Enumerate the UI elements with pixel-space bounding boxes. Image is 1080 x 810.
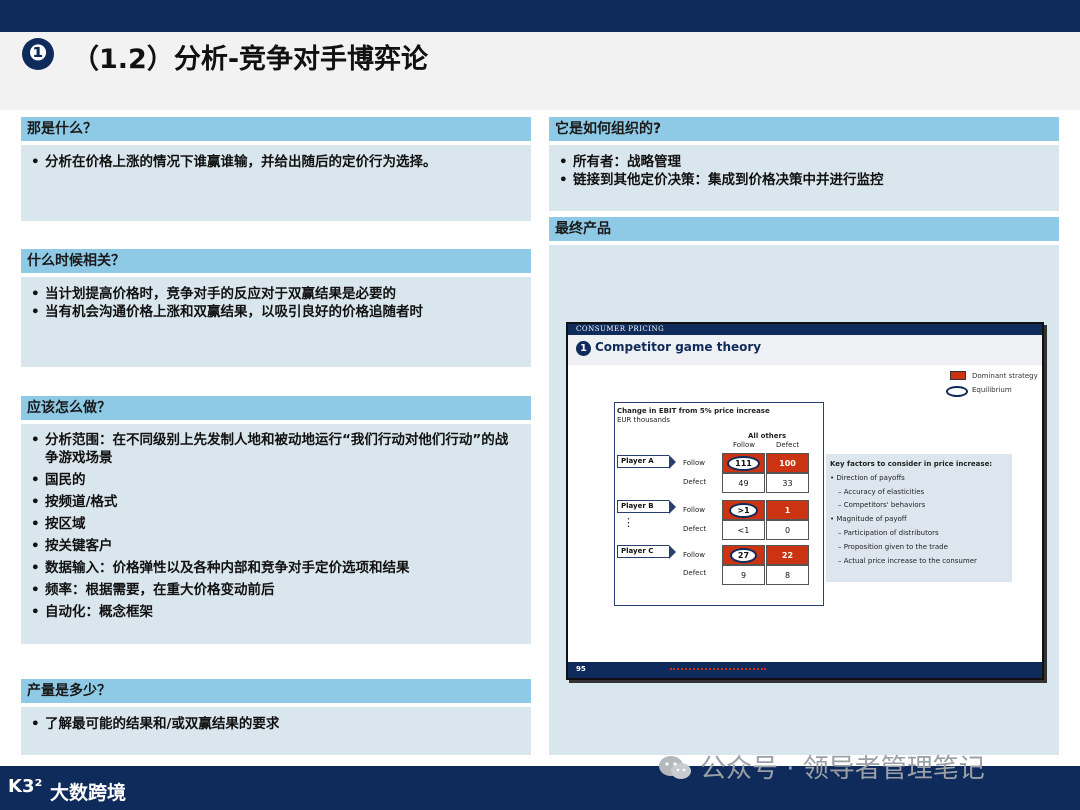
- player-b-label: Player B: [617, 500, 676, 514]
- list-item: 自动化：概念框架: [27, 603, 521, 621]
- equilibrium-ellipse-icon: [946, 386, 968, 397]
- factor-line: – Actual price increase to the consumer: [838, 557, 977, 565]
- slide-number-badge: 1: [576, 341, 591, 356]
- list-item: 链接到其他定价决策：集成到价格决策中并进行监控: [555, 171, 1049, 189]
- list-item: 按区域: [27, 515, 521, 533]
- list-item: 分析范围：在不同级别上先发制人地和被动地运行“我们行动对他们行动”的战争游戏场景: [27, 431, 521, 467]
- section-output-list: 了解最可能的结果和/或双赢结果的要求: [21, 707, 531, 733]
- row-defect-label: Defect: [683, 525, 707, 533]
- key-factors-title: Key factors to consider in price increas…: [830, 460, 993, 468]
- factor-line: • Magnitude of payoff: [830, 515, 907, 523]
- list-item: 当有机会沟通价格上涨和双赢结果，以吸引良好的价格追随者时: [27, 303, 521, 321]
- section-how-list: 分析范围：在不同级别上先发制人地和被动地运行“我们行动对他们行动”的战争游戏场景…: [21, 424, 531, 621]
- section-how-header: 应该怎么做？: [21, 396, 531, 420]
- list-item: 所有者：战略管理: [555, 153, 1049, 171]
- factor-line: – Proposition given to the trade: [838, 543, 948, 551]
- cell-a-defect-defect: 33: [766, 473, 809, 493]
- equilibrium-value: >1: [729, 503, 758, 518]
- section-org-header: 它是如何组织的?: [549, 117, 1059, 141]
- cell-c-defect-follow: 9: [722, 565, 765, 585]
- equilibrium-value: 111: [727, 456, 760, 471]
- row-defect-label: Defect: [683, 569, 707, 577]
- cell-c-defect-defect: 8: [766, 565, 809, 585]
- list-item: 频率：根据需要，在重大价格变动前后: [27, 581, 521, 599]
- list-item: 国民的: [27, 471, 521, 489]
- row-follow-label: Follow: [683, 459, 705, 467]
- equilibrium-value: 27: [729, 548, 758, 563]
- list-item: 分析在价格上涨的情况下谁赢谁输，并给出随后的定价行为选择。: [27, 153, 521, 171]
- list-item: 按关键客户: [27, 537, 521, 555]
- list-item: 按频道/格式: [27, 493, 521, 511]
- section-output-header: 产量是多少？: [21, 679, 531, 703]
- list-item: 当计划提高价格时，竞争对手的反应对于双赢结果是必要的: [27, 285, 521, 303]
- slide-page-number: 95: [576, 665, 586, 673]
- footer-brand: 大数跨境: [50, 782, 127, 804]
- section-when-list: 当计划提高价格时，竞争对手的反应对于双赢结果是必要的 当有机会沟通价格上涨和双赢…: [21, 277, 531, 321]
- row-follow-label: Follow: [683, 551, 705, 559]
- ellipsis: ⋮: [623, 516, 634, 529]
- payoff-matrix: Change in EBIT from 5% price increase EU…: [614, 402, 824, 606]
- title-number-badge: ❶: [22, 38, 54, 70]
- wechat-icon: [659, 756, 691, 779]
- list-item: 数据输入：价格弹性以及各种内部和竞争对手定价选项和结果: [27, 559, 521, 577]
- factor-line: – Accuracy of elasticities: [838, 488, 925, 496]
- slide-source-line: [670, 668, 766, 671]
- cell-a-defect-follow: 49: [722, 473, 765, 493]
- key-factors-box: Key factors to consider in price increas…: [826, 454, 1012, 582]
- cell-b-follow-follow: >1: [722, 500, 765, 520]
- section-what-body: 分析在价格上涨的情况下谁赢谁输，并给出随后的定价行为选择。: [21, 145, 531, 221]
- section-org-list: 所有者：战略管理 链接到其他定价决策：集成到价格决策中并进行监控: [549, 145, 1059, 189]
- footer-logo: K3²: [8, 776, 43, 797]
- player-a-label: Player A: [617, 455, 676, 469]
- section-what-header: 那是什么？: [21, 117, 531, 141]
- list-item: 了解最可能的结果和/或双赢结果的要求: [27, 715, 521, 733]
- cell-b-defect-defect: 0: [766, 520, 809, 540]
- page-title: （1.2）分析-竞争对手博弈论: [72, 44, 429, 75]
- cell-a-follow-defect: 100: [766, 453, 809, 473]
- factor-line: – Competitors' behaviors: [838, 501, 926, 509]
- cell-b-follow-defect: 1: [766, 500, 809, 520]
- slide-title: Competitor game theory: [595, 340, 762, 354]
- matrix-col-follow: Follow: [733, 441, 755, 449]
- section-when-header: 什么时候相关？: [21, 249, 531, 273]
- dominant-strategy-swatch: [950, 371, 966, 380]
- legend-equilibrium: Equilibrium: [972, 386, 1012, 394]
- matrix-col-defect: Defect: [776, 441, 800, 449]
- cell-b-defect-follow: <1: [722, 520, 765, 540]
- row-follow-label: Follow: [683, 506, 705, 514]
- section-output-body: 了解最可能的结果和/或双赢结果的要求: [21, 707, 531, 755]
- factor-line: – Participation of distributors: [838, 529, 939, 537]
- watermark-text: 公众号 · 领导者管理笔记: [700, 754, 985, 784]
- row-defect-label: Defect: [683, 478, 707, 486]
- section-how-body: 分析范围：在不同级别上先发制人地和被动地运行“我们行动对他们行动”的战争游戏场景…: [21, 424, 531, 644]
- cell-c-follow-follow: 27: [722, 545, 765, 565]
- top-bar: [0, 0, 1080, 32]
- legend-dominant: Dominant strategy: [972, 372, 1038, 380]
- watermark: 公众号 · 领导者管理笔记: [658, 748, 985, 785]
- slide-footer: 95: [568, 662, 1042, 678]
- matrix-col-group: All others: [748, 432, 787, 440]
- section-when-body: 当计划提高价格时，竞争对手的反应对于双赢结果是必要的 当有机会沟通价格上涨和双赢…: [21, 277, 531, 367]
- cell-a-follow-follow: 111: [722, 453, 765, 473]
- factor-line: • Direction of payoffs: [830, 474, 905, 482]
- matrix-title: Change in EBIT from 5% price increase: [617, 407, 770, 415]
- section-product-header: 最终产品: [549, 217, 1059, 241]
- section-what-list: 分析在价格上涨的情况下谁赢谁输，并给出随后的定价行为选择。: [21, 145, 531, 171]
- cell-c-follow-defect: 22: [766, 545, 809, 565]
- player-c-label: Player C: [617, 545, 676, 559]
- slide-topbar: CONSUMER PRICING: [568, 324, 1042, 335]
- matrix-unit: EUR thousands: [617, 416, 670, 424]
- section-org-body: 所有者：战略管理 链接到其他定价决策：集成到价格决策中并进行监控: [549, 145, 1059, 211]
- embedded-slide: CONSUMER PRICING 1 Competitor game theor…: [566, 322, 1044, 680]
